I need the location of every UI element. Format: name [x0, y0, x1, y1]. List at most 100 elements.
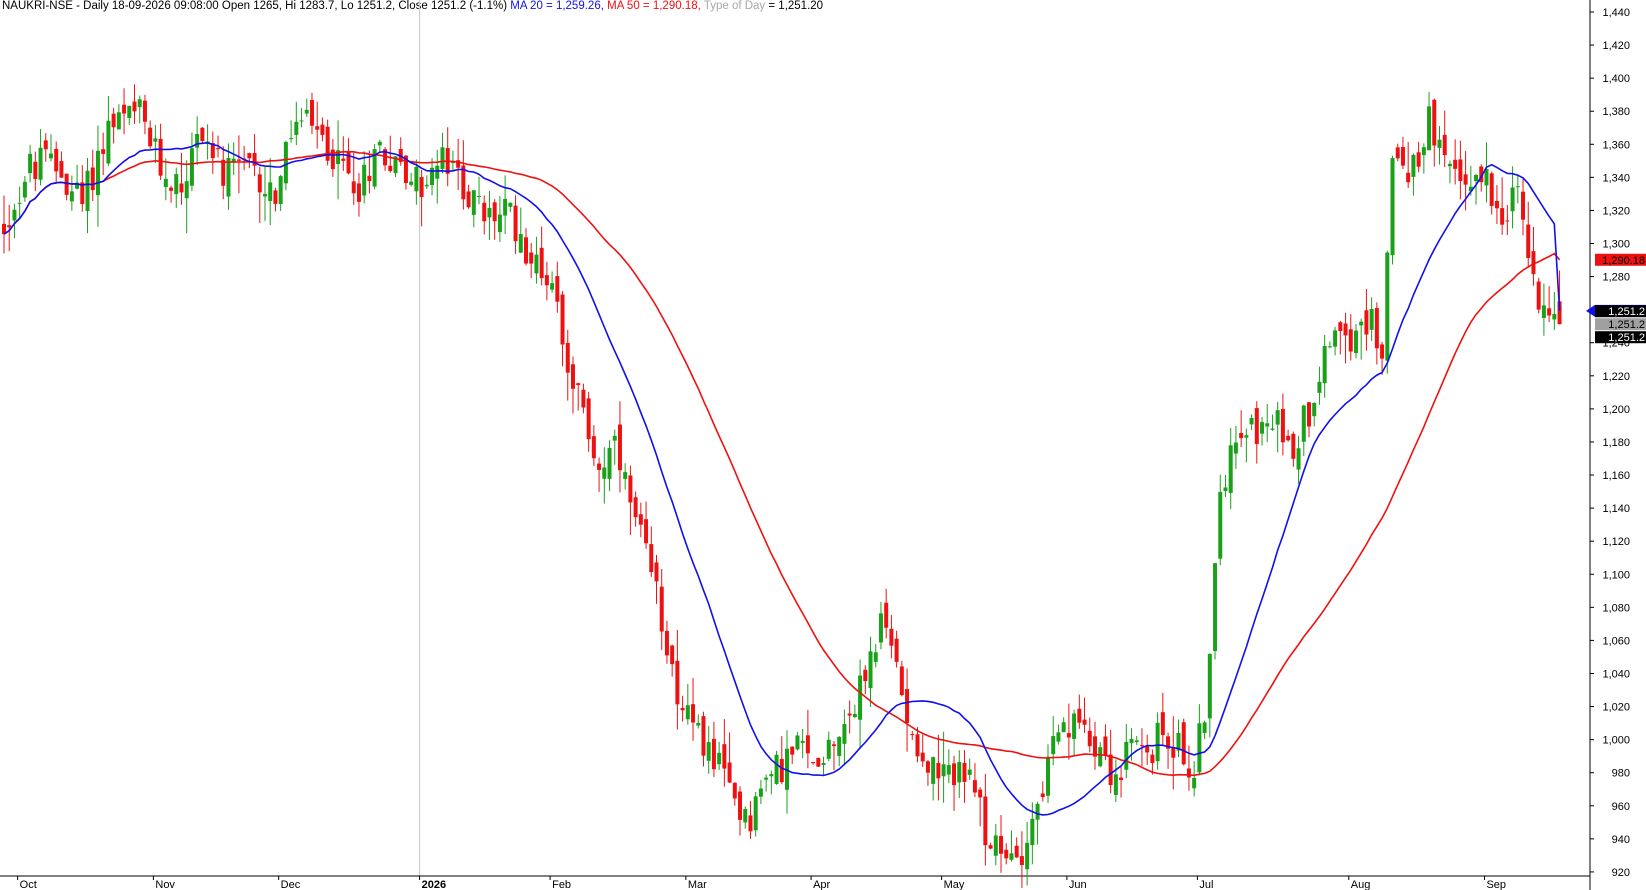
candle[interactable]	[158, 123, 163, 180]
candle[interactable]	[1145, 734, 1150, 765]
candle[interactable]	[278, 174, 283, 211]
candle[interactable]	[1348, 314, 1353, 361]
candle[interactable]	[294, 101, 299, 146]
candle[interactable]	[524, 228, 528, 266]
candle[interactable]	[330, 138, 335, 177]
candle[interactable]	[1541, 283, 1546, 336]
candle[interactable]	[617, 401, 622, 493]
candle[interactable]	[174, 167, 179, 209]
candle[interactable]	[623, 463, 628, 490]
candle[interactable]	[80, 165, 85, 212]
candle[interactable]	[722, 719, 727, 787]
candle[interactable]	[811, 761, 816, 765]
candle[interactable]	[1364, 289, 1369, 351]
candle[interactable]	[1500, 177, 1505, 235]
candle[interactable]	[1458, 140, 1463, 200]
candle[interactable]	[858, 659, 863, 748]
candle[interactable]	[356, 173, 361, 217]
candle[interactable]	[1390, 155, 1395, 265]
candle[interactable]	[122, 88, 127, 135]
candle[interactable]	[1202, 720, 1207, 740]
candle[interactable]	[748, 801, 753, 839]
candle[interactable]	[1218, 474, 1223, 566]
candle[interactable]	[1385, 250, 1390, 374]
candle[interactable]	[1286, 429, 1291, 442]
candle[interactable]	[75, 164, 80, 190]
candle[interactable]	[993, 824, 998, 866]
candle[interactable]	[816, 757, 821, 767]
candle[interactable]	[805, 709, 810, 769]
candle[interactable]	[1009, 830, 1014, 862]
candle[interactable]	[148, 120, 153, 149]
candle[interactable]	[581, 383, 586, 414]
candle[interactable]	[1019, 831, 1024, 888]
candle[interactable]	[915, 727, 920, 763]
candle[interactable]	[790, 746, 795, 764]
candle[interactable]	[711, 722, 716, 778]
candle[interactable]	[221, 146, 226, 200]
candle[interactable]	[518, 207, 523, 254]
candle[interactable]	[1442, 110, 1447, 168]
candle[interactable]	[59, 151, 64, 179]
candle[interactable]	[1338, 320, 1343, 355]
candle[interactable]	[628, 465, 633, 535]
candle[interactable]	[837, 736, 842, 767]
candle[interactable]	[680, 695, 685, 722]
candle[interactable]	[1312, 402, 1317, 427]
candle[interactable]	[142, 94, 147, 135]
candle[interactable]	[534, 236, 539, 284]
candle[interactable]	[445, 127, 450, 187]
candle[interactable]	[487, 190, 492, 240]
candle[interactable]	[894, 630, 899, 668]
candle[interactable]	[492, 199, 497, 240]
candle[interactable]	[252, 134, 257, 177]
candle[interactable]	[1333, 326, 1338, 356]
candle[interactable]	[795, 732, 800, 751]
candle[interactable]	[163, 158, 168, 201]
candle[interactable]	[440, 132, 445, 174]
candle[interactable]	[48, 134, 53, 162]
candle[interactable]	[1004, 843, 1009, 865]
candle[interactable]	[409, 172, 414, 187]
candle[interactable]	[764, 774, 769, 792]
candle[interactable]	[826, 731, 831, 762]
candle[interactable]	[889, 615, 894, 659]
chart-area[interactable]: NAUKRI-NSE - Daily 18-09-2026 09:08:00 O…	[0, 0, 1646, 890]
candle[interactable]	[299, 108, 304, 128]
candle[interactable]	[1374, 302, 1379, 365]
candle[interactable]	[591, 425, 596, 466]
candle[interactable]	[920, 734, 925, 768]
candle[interactable]	[1432, 98, 1437, 167]
candle[interactable]	[1343, 312, 1348, 364]
candle[interactable]	[1301, 404, 1306, 457]
candle[interactable]	[362, 151, 367, 204]
candle[interactable]	[1552, 292, 1557, 330]
candle[interactable]	[268, 158, 273, 226]
candle[interactable]	[304, 98, 309, 117]
candle[interactable]	[95, 125, 100, 227]
candle[interactable]	[664, 620, 669, 664]
candle[interactable]	[1213, 562, 1218, 660]
candle[interactable]	[1087, 717, 1092, 753]
candle[interactable]	[905, 668, 910, 752]
candle[interactable]	[1072, 709, 1077, 757]
candle[interactable]	[461, 140, 466, 210]
candle[interactable]	[753, 792, 758, 837]
candle[interactable]	[132, 84, 137, 124]
candle[interactable]	[471, 190, 476, 228]
candle[interactable]	[116, 104, 121, 130]
candle[interactable]	[508, 202, 513, 213]
candle[interactable]	[550, 271, 555, 293]
candle[interactable]	[1505, 204, 1510, 235]
candle[interactable]	[936, 734, 941, 801]
candle[interactable]	[1322, 334, 1327, 398]
candle[interactable]	[1521, 178, 1526, 236]
candle[interactable]	[1040, 781, 1045, 802]
candle[interactable]	[1046, 744, 1050, 803]
candle[interactable]	[377, 139, 382, 153]
candle[interactable]	[1327, 341, 1332, 349]
candle[interactable]	[675, 630, 680, 730]
candle[interactable]	[336, 120, 341, 200]
candle[interactable]	[633, 491, 638, 527]
candle[interactable]	[1291, 431, 1296, 467]
